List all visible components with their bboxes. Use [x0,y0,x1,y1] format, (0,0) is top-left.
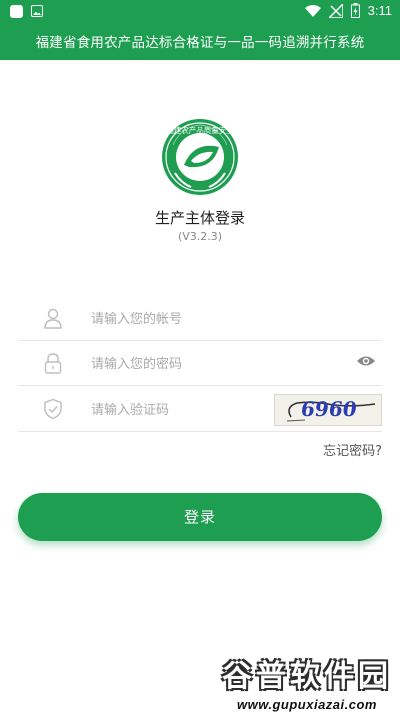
watermark-url: www.gupuxiazai.com [237,697,377,712]
password-input[interactable]: 请输入您的密码 [91,353,182,372]
watermark: 谷普软件园 www.gupuxiazai.com [218,649,396,712]
wifi-icon [304,4,321,17]
password-field[interactable]: 请输入您的密码 [18,340,382,386]
signal-icon [328,3,343,18]
captcha-code: 6960 [299,397,359,421]
forgot-password-link[interactable]: 忘记密码? [323,440,382,459]
logo-text: 福建农产品质量安全 [166,125,234,135]
status-time: 3:11 [367,3,392,18]
watermark-title: 谷普软件园 [222,659,392,694]
login-button[interactable]: 登录 [18,493,382,541]
notification-icon [10,5,23,18]
image-notification-icon [31,5,43,17]
captcha-image[interactable]: 6960 [274,394,382,426]
leaf-logo-icon: 福建农产品质量安全 [162,119,238,195]
user-icon [44,308,62,329]
captcha-field[interactable]: 请输入验证码 6960 [18,386,382,432]
captcha-input[interactable]: 请输入验证码 [91,399,169,418]
account-field[interactable]: 请输入您的帐号 [18,295,382,341]
version-label: (V3.2.3) [177,230,223,243]
battery-icon [350,3,360,18]
login-title: 生产主体登录 [154,209,245,227]
app-title: 福建省食用农产品达标合格证与一品一码追溯并行系统 [35,35,365,51]
app-bar: 3:11 福建省食用农产品达标合格证与一品一码追溯并行系统 [0,0,400,60]
status-bar: 3:11 [0,0,400,24]
account-input[interactable]: 请输入您的帐号 [91,308,182,327]
lock-icon [44,353,62,374]
eye-icon[interactable] [356,354,376,368]
shield-check-icon [44,398,62,420]
